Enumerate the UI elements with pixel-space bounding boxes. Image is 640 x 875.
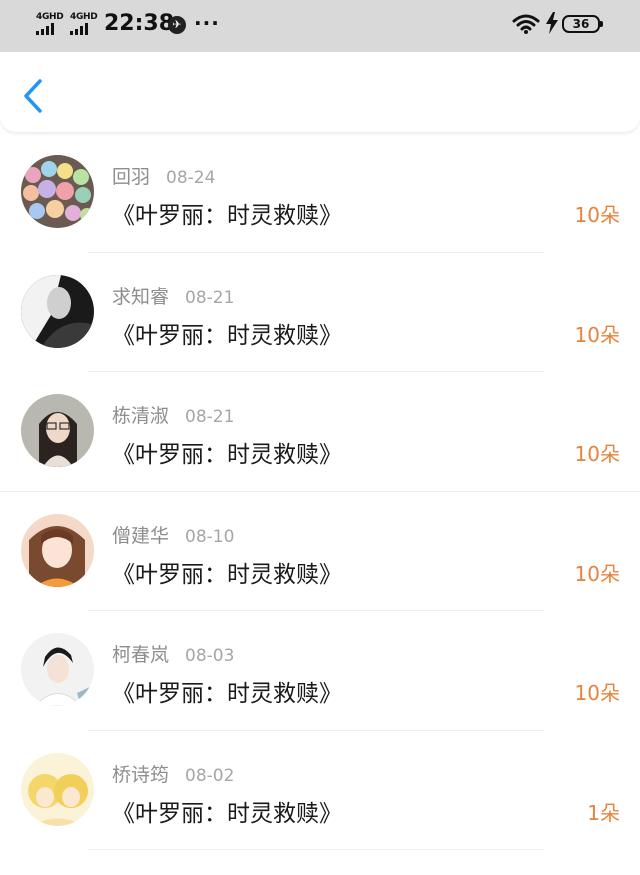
gift-amount: 10朵 (574, 442, 620, 466)
book-title: 《叶罗丽：时灵救赎》 (112, 800, 342, 827)
sender-info: 僧建华 08-10 (112, 521, 234, 548)
network-type-label: 4GHD (70, 12, 98, 22)
send-date: 08-03 (185, 646, 235, 666)
book-title: 《叶罗丽：时灵救赎》 (112, 203, 342, 229)
sender-name: 栋清淑 (112, 405, 170, 427)
clock: 22:38 (104, 11, 175, 36)
avatar[interactable] (21, 155, 94, 228)
gift-record-list: 回羽 08-24 《叶罗丽：时灵救赎》 10朵 求知睿 08-21 《叶罗丽：时灵救… (0, 133, 640, 850)
sender-name: 柯春岚 (112, 644, 170, 666)
list-item[interactable]: 僧建华 08-10 《叶罗丽：时灵救赎》 10朵 (0, 492, 640, 611)
sender-info: 求知睿 08-21 (112, 282, 234, 309)
list-item[interactable]: 回羽 08-24 《叶罗丽：时灵救赎》 10朵 (0, 133, 640, 253)
sender-name: 僧建华 (112, 524, 170, 547)
avatar[interactable] (21, 752, 94, 826)
gift-amount: 10朵 (574, 203, 620, 227)
gift-amount: 1朵 (587, 800, 620, 825)
charging-icon (546, 12, 558, 34)
avatar[interactable] (21, 274, 94, 348)
network-type-label: 4GHD (36, 12, 64, 22)
list-item[interactable]: 柯春岚 08-03 《叶罗丽：时灵救赎》 10朵 (0, 611, 640, 731)
wifi-icon (512, 14, 540, 34)
list-item[interactable]: 求知睿 08-21 《叶罗丽：时灵救赎》 10朵 (0, 253, 640, 372)
send-date: 08-24 (166, 168, 216, 188)
send-date: 08-21 (185, 287, 235, 308)
more-notifications: ··· (194, 11, 220, 35)
sender-name: 回羽 (112, 166, 151, 188)
sender-name: 求知睿 (112, 285, 170, 308)
gift-amount: 10朵 (574, 561, 620, 586)
signal-strength-icon (70, 23, 88, 35)
battery-level: 36 (572, 17, 590, 31)
signal-4g-1: 4GHD (36, 12, 64, 35)
battery-indicator: 36 (562, 15, 603, 33)
send-date: 08-02 (185, 765, 235, 786)
divider (88, 849, 544, 850)
sender-info: 桥诗筠 08-02 (112, 760, 234, 787)
list-item[interactable]: 栋清淑 08-21 《叶罗丽：时灵救赎》 10朵 (0, 372, 640, 492)
gift-amount: 10朵 (574, 322, 620, 347)
book-title: 《叶罗丽：时灵救赎》 (112, 322, 342, 349)
list-item[interactable]: 桥诗筠 08-02 《叶罗丽：时灵救赎》 1朵 (0, 731, 640, 850)
signal-4g-2: 4GHD (70, 12, 98, 35)
book-title: 《叶罗丽：时灵救赎》 (112, 681, 342, 707)
top-nav-bar (0, 52, 640, 132)
gift-amount: 10朵 (574, 681, 620, 705)
book-title: 《叶罗丽：时灵救赎》 (112, 561, 342, 588)
status-bar: 4GHD 4GHD 22:38 ✈ ··· 36 (0, 0, 640, 52)
avatar[interactable] (21, 633, 94, 706)
book-title: 《叶罗丽：时灵救赎》 (112, 442, 342, 468)
signal-strength-icon (36, 23, 54, 35)
avatar[interactable] (21, 513, 94, 587)
avatar[interactable] (21, 394, 94, 467)
send-date: 08-10 (185, 526, 235, 547)
sender-info: 柯春岚 08-03 (112, 640, 234, 667)
back-arrow-icon[interactable] (18, 78, 50, 114)
message-notification-icon: ✈ (168, 16, 186, 34)
sender-name: 桥诗筠 (112, 763, 170, 786)
sender-info: 回羽 08-24 (112, 162, 215, 189)
sender-info: 栋清淑 08-21 (112, 401, 234, 428)
send-date: 08-21 (185, 407, 235, 427)
